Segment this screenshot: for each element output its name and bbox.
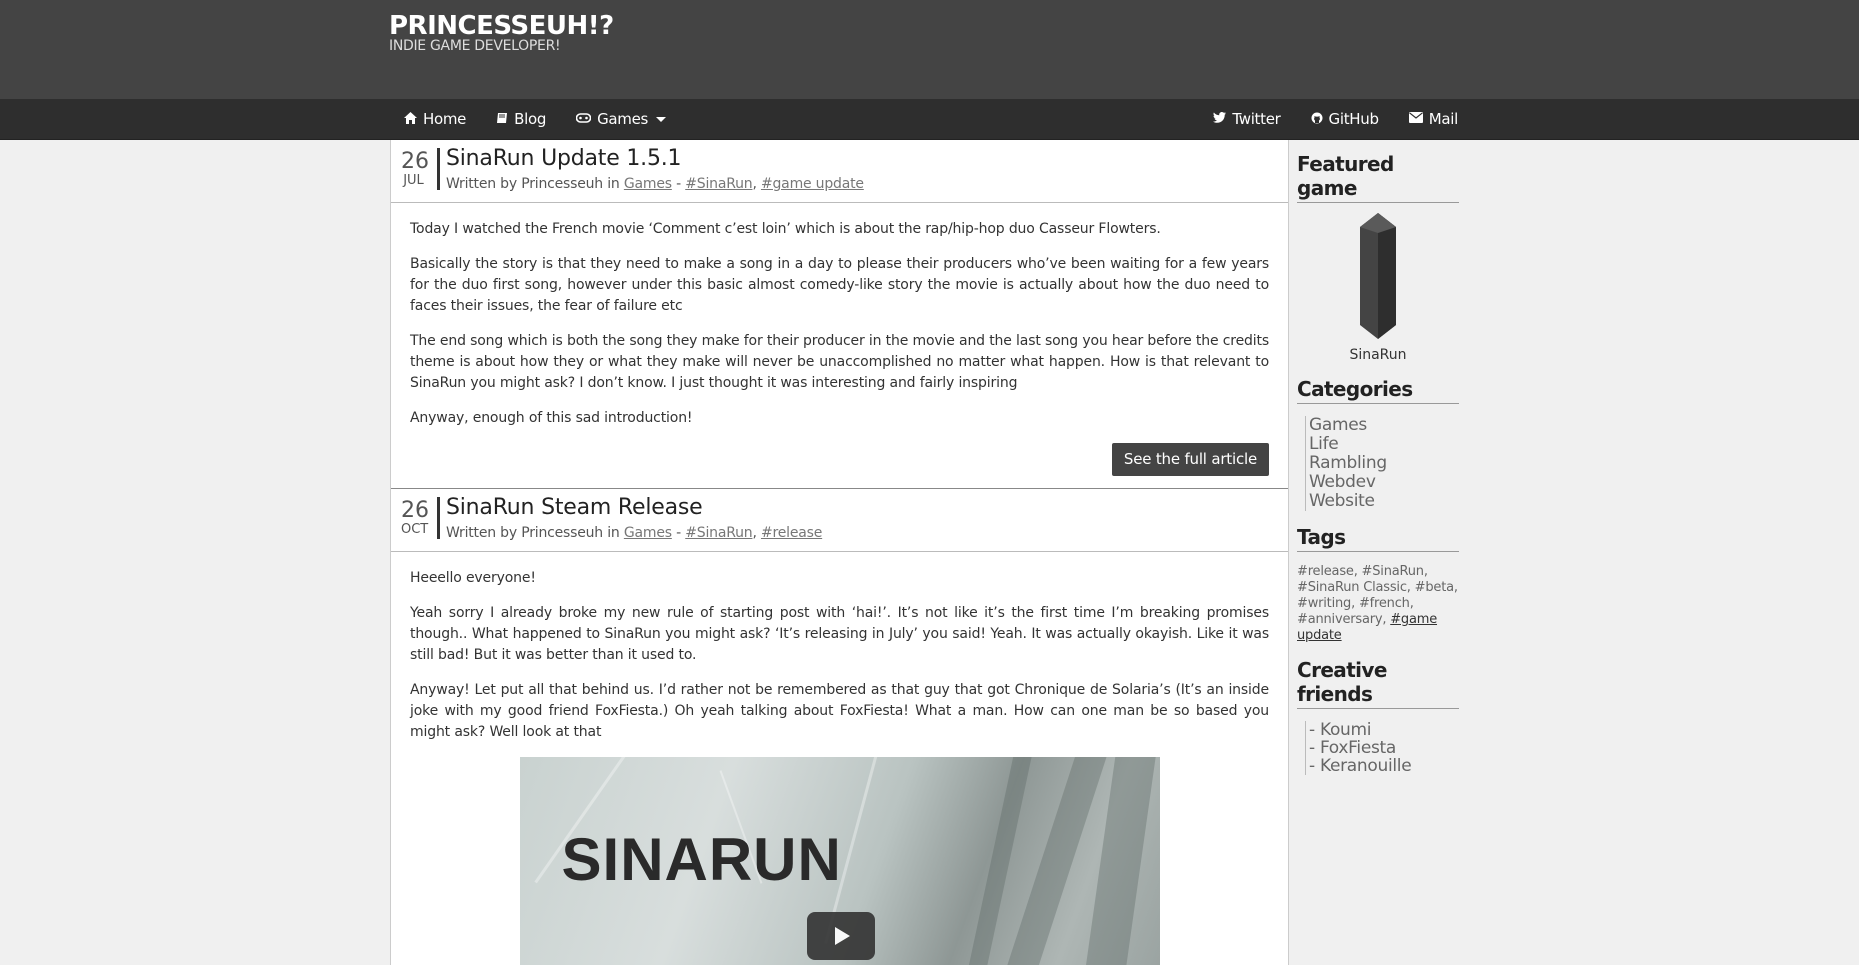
nav-left: Home Blog Games	[389, 99, 681, 139]
gamepad-icon	[575, 112, 592, 126]
github-icon	[1311, 112, 1323, 127]
post-paragraph: Anyway, enough of this sad introduction!	[410, 410, 693, 426]
post-date: 26 OCT	[401, 498, 429, 537]
nav-github-label: GitHub	[1328, 110, 1379, 128]
nav-home-label: Home	[423, 110, 467, 128]
post-date-day: 26	[401, 498, 429, 523]
featured-game-name[interactable]: SinaRun	[1297, 347, 1459, 363]
nav-games[interactable]: Games	[561, 99, 681, 139]
friend-link[interactable]: - Koumi	[1309, 721, 1459, 739]
play-icon	[834, 927, 850, 945]
video-logo-text: SINARUN	[561, 826, 842, 893]
nav-right: Twitter GitHub Mail	[1198, 99, 1473, 139]
brand[interactable]: PRINCESSEUH!? INDIE GAME DEVELOPER!	[389, 10, 614, 54]
post-paragraph: The end song which is both the song they…	[410, 333, 1269, 391]
post-header: 26 OCT SinaRun Steam Release Written by …	[391, 489, 1288, 552]
see-full-article-button[interactable]: See the full article	[1111, 443, 1269, 476]
post-date-day: 26	[401, 149, 429, 174]
post-category-link[interactable]: Games	[624, 525, 672, 541]
categories-heading: Categories	[1297, 377, 1459, 404]
nav-twitter-label: Twitter	[1232, 110, 1281, 128]
post-paragraph: Heeello everyone!	[410, 570, 536, 586]
book-icon	[496, 112, 508, 127]
featured-game[interactable]: SinaRun	[1297, 203, 1459, 363]
post-date-month: OCT	[401, 522, 429, 537]
category-link[interactable]: Life	[1309, 435, 1459, 454]
sidebar: Featured game SinaRun Categories Games L…	[1297, 140, 1459, 775]
nav-blog[interactable]: Blog	[481, 99, 561, 139]
post-date: 26 JUL	[401, 149, 429, 188]
post: 26 OCT SinaRun Steam Release Written by …	[391, 489, 1288, 965]
navbar: Home Blog Games Twitter GitHub Mail	[0, 99, 1859, 140]
post-tag-link[interactable]: #SinaRun	[685, 525, 752, 541]
post-body: Heeello everyone! Yeah sorry I already b…	[391, 552, 1288, 965]
post-body: Today I watched the French movie ‘Commen…	[391, 203, 1288, 488]
post-meta: Written by Princesseuh in Games - #SinaR…	[446, 176, 864, 192]
tag-cloud: #release, #SinaRun, #SinaRun Classic, #b…	[1297, 564, 1459, 644]
post-meta: Written by Princesseuh in Games - #SinaR…	[446, 525, 823, 541]
post-title[interactable]: SinaRun Steam Release	[446, 495, 703, 520]
tags-heading: Tags	[1297, 525, 1459, 552]
twitter-icon	[1213, 112, 1227, 126]
envelope-icon	[1408, 112, 1423, 126]
post-category-link[interactable]: Games	[624, 176, 672, 192]
category-link[interactable]: Website	[1309, 492, 1459, 511]
post-title[interactable]: SinaRun Update 1.5.1	[446, 146, 682, 171]
home-icon	[404, 111, 417, 127]
date-divider	[437, 497, 440, 539]
date-divider	[437, 148, 440, 190]
video-embed[interactable]: SINARUN	[519, 757, 1160, 965]
nav-home[interactable]: Home	[389, 99, 481, 139]
post-author: Written by Princesseuh in	[446, 176, 620, 192]
nav-mail[interactable]: Mail	[1394, 99, 1473, 139]
friend-list: - Koumi - FoxFiesta - Keranouille	[1305, 721, 1459, 775]
category-link[interactable]: Webdev	[1309, 473, 1459, 492]
nav-blog-label: Blog	[514, 110, 547, 128]
post-paragraph: Yeah sorry I already broke my new rule o…	[410, 605, 1269, 663]
post-header: 26 JUL SinaRun Update 1.5.1 Written by P…	[391, 140, 1288, 203]
category-list: Games Life Rambling Webdev Website	[1305, 416, 1459, 511]
post-tag-link[interactable]: #game update	[761, 176, 864, 192]
post-tag-link[interactable]: #SinaRun	[685, 176, 752, 192]
site-header: PRINCESSEUH!? INDIE GAME DEVELOPER!	[0, 0, 1859, 99]
meta-separator: -	[676, 176, 681, 192]
category-link[interactable]: Games	[1309, 416, 1459, 435]
post-feed: 26 JUL SinaRun Update 1.5.1 Written by P…	[390, 140, 1289, 965]
post-paragraph: Today I watched the French movie ‘Commen…	[410, 221, 1161, 237]
nav-games-label: Games	[597, 110, 649, 128]
button-row: See the full article	[410, 443, 1269, 476]
meta-separator: -	[676, 525, 681, 541]
post-paragraph: Anyway! Let put all that behind us. I’d …	[410, 682, 1269, 740]
sinarun-crystal-icon	[1360, 213, 1396, 339]
nav-github[interactable]: GitHub	[1296, 99, 1394, 139]
creative-friends-heading: Creative friends	[1297, 658, 1459, 709]
play-button[interactable]	[806, 912, 875, 960]
friend-link[interactable]: - FoxFiesta	[1309, 739, 1459, 757]
post-date-month: JUL	[403, 173, 424, 188]
post-author: Written by Princesseuh in	[446, 525, 620, 541]
category-link[interactable]: Rambling	[1309, 454, 1459, 473]
featured-game-heading: Featured game	[1297, 152, 1459, 203]
nav-twitter[interactable]: Twitter	[1198, 99, 1295, 139]
nav-mail-label: Mail	[1428, 110, 1459, 128]
post: 26 JUL SinaRun Update 1.5.1 Written by P…	[391, 140, 1288, 489]
chevron-down-icon	[656, 116, 667, 122]
post-tag-link[interactable]: #release	[761, 525, 822, 541]
post-paragraph: Basically the story is that they need to…	[410, 256, 1269, 314]
friend-link[interactable]: - Keranouille	[1309, 757, 1459, 775]
